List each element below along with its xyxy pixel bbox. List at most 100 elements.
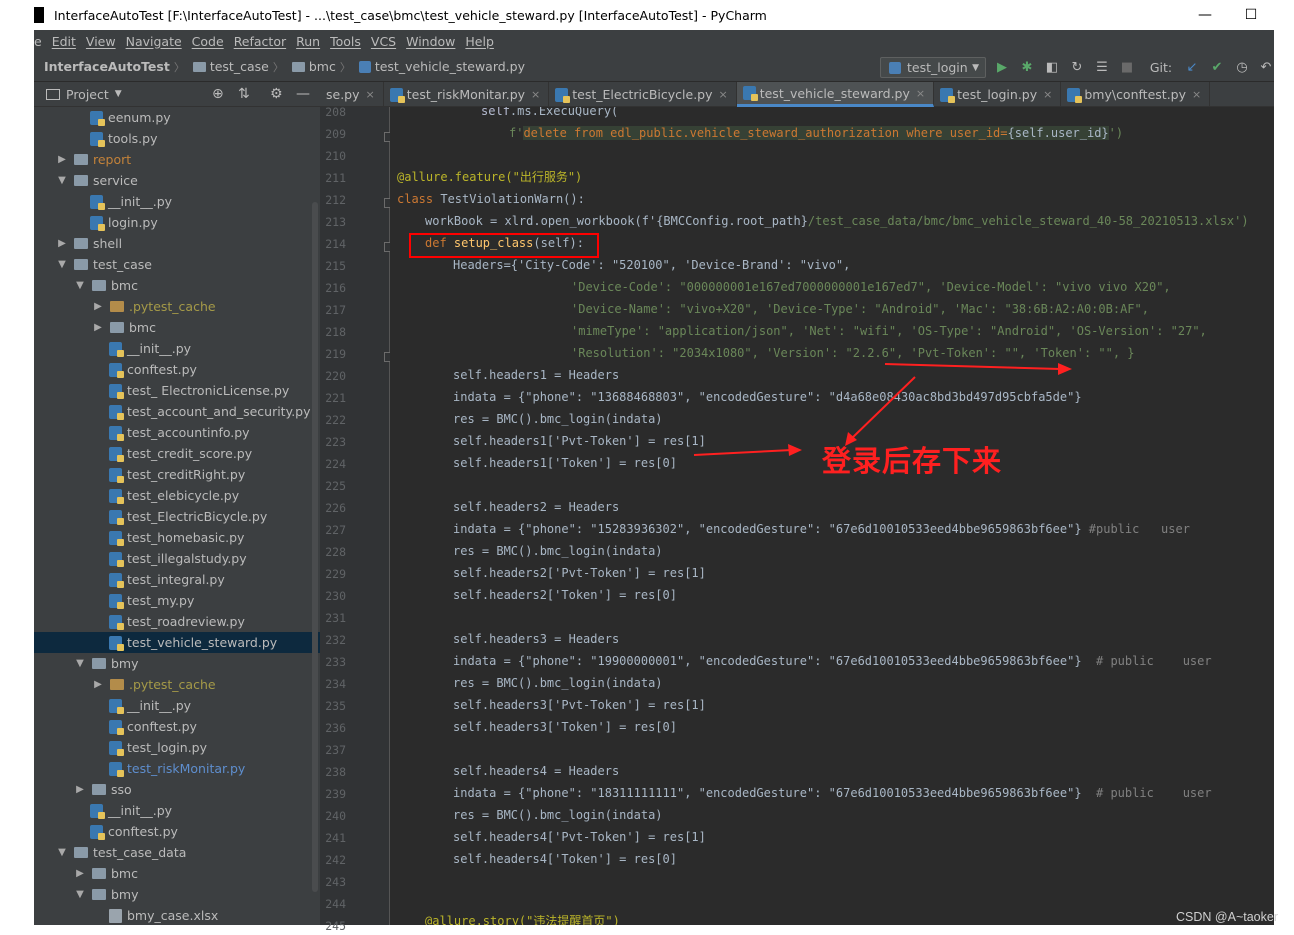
editor-tab[interactable]: test_login.py ×	[934, 82, 1062, 107]
collapse-all-icon[interactable]: ⇅	[238, 86, 250, 102]
build-icon[interactable]: ☰	[1094, 59, 1110, 75]
menu-window[interactable]: Window	[401, 34, 460, 49]
project-tree-item[interactable]: ▼ service	[34, 170, 320, 191]
editor-tab[interactable]: test_riskMonitar.py ×	[384, 82, 550, 107]
profile-icon[interactable]: ↻	[1069, 59, 1085, 75]
close-icon[interactable]: ×	[916, 87, 925, 100]
project-tree-item[interactable]: __init__.py	[34, 191, 320, 212]
menu-help[interactable]: Help	[460, 34, 499, 49]
project-tree-item[interactable]: tools.py	[34, 128, 320, 149]
close-icon[interactable]: ×	[366, 88, 375, 101]
project-tree-item[interactable]: ▶ .pytest_cache	[34, 296, 320, 317]
close-icon[interactable]: ×	[531, 88, 540, 101]
gear-icon[interactable]: ⚙	[270, 86, 283, 102]
project-tree-item[interactable]: ▶ sso	[34, 779, 320, 800]
project-tree-item[interactable]: test_accountinfo.py	[34, 422, 320, 443]
collapse-arrow-icon[interactable]: ▶	[92, 301, 104, 312]
close-icon[interactable]: ×	[1192, 88, 1201, 101]
expand-arrow-icon[interactable]: ▼	[56, 259, 68, 270]
stop-icon[interactable]: ■	[1119, 59, 1135, 75]
run-configuration-select[interactable]: test_login ▼	[880, 57, 986, 78]
project-tree-item[interactable]: test_roadreview.py	[34, 611, 320, 632]
menu-view[interactable]: View	[81, 34, 121, 49]
menu-code[interactable]: Code	[187, 34, 229, 49]
project-tree-item[interactable]: eenum.py	[34, 107, 320, 128]
git-update-icon[interactable]: ↙	[1184, 59, 1200, 75]
project-tree-item[interactable]: ▼ bmc	[34, 275, 320, 296]
debug-icon[interactable]: ✱	[1019, 59, 1035, 75]
locate-file-icon[interactable]: ⊕	[212, 86, 224, 102]
project-tree-item[interactable]: ▶ bmc	[34, 863, 320, 884]
project-tree-item[interactable]: test_ElectricBicycle.py	[34, 506, 320, 527]
menu-tools[interactable]: Tools	[325, 34, 366, 49]
menu-vcs[interactable]: VCS	[366, 34, 401, 49]
close-icon[interactable]: ×	[1043, 88, 1052, 101]
menu-navigate[interactable]: Navigate	[121, 34, 187, 49]
maximize-button[interactable]: ☐	[1228, 0, 1274, 30]
project-tree-item[interactable]: test_illegalstudy.py	[34, 548, 320, 569]
project-tree-item[interactable]: __init__.py	[34, 338, 320, 359]
chevron-down-icon[interactable]: ▼	[115, 89, 122, 99]
code-editor[interactable]: selfself.ms.ExecuQuery( f'delete from ed…	[390, 107, 1274, 925]
git-rollback-icon[interactable]: ↶	[1258, 59, 1274, 75]
git-history-icon[interactable]: ◷	[1234, 59, 1250, 75]
run-icon[interactable]: ▶	[994, 59, 1010, 75]
project-tree-item[interactable]: ▼ bmy	[34, 884, 320, 905]
project-tree-item[interactable]: test_riskMonitar.py	[34, 758, 320, 779]
project-tree-item[interactable]: test_credit_score.py	[34, 443, 320, 464]
project-tree-item[interactable]: ▶ .pytest_cache	[34, 674, 320, 695]
project-tree-item[interactable]: ▶ bmc	[34, 317, 320, 338]
menu-file[interactable]: e	[34, 34, 47, 49]
project-tree-item[interactable]: test_account_and_security.py	[34, 401, 320, 422]
menu-run[interactable]: Run	[291, 34, 325, 49]
project-tree-item[interactable]: __init__.py	[34, 800, 320, 821]
project-tree-item[interactable]: ▶ shell	[34, 233, 320, 254]
collapse-arrow-icon[interactable]: ▶	[92, 322, 104, 333]
project-tree-item[interactable]: test_my.py	[34, 590, 320, 611]
close-icon[interactable]: ×	[719, 88, 728, 101]
project-tree-item[interactable]: ▼ test_case_data	[34, 842, 320, 863]
collapse-arrow-icon[interactable]: ▶	[74, 868, 86, 879]
project-tree-item[interactable]: ▼ bmy	[34, 653, 320, 674]
project-tree-item[interactable]: test_integral.py	[34, 569, 320, 590]
breadcrumb-project[interactable]: InterfaceAutoTest	[44, 59, 170, 74]
expand-arrow-icon[interactable]: ▼	[74, 658, 86, 669]
project-tree-item[interactable]: test_homebasic.py	[34, 527, 320, 548]
expand-arrow-icon[interactable]: ▼	[56, 175, 68, 186]
breadcrumb-file[interactable]: test_vehicle_steward.py	[358, 59, 525, 74]
expand-arrow-icon[interactable]: ▼	[56, 847, 68, 858]
project-tree-item[interactable]: test_creditRight.py	[34, 464, 320, 485]
project-tree-item[interactable]: ▼ test_case	[34, 254, 320, 275]
project-tree-item[interactable]: test_login.py	[34, 737, 320, 758]
project-tree-item[interactable]: conftest.py	[34, 716, 320, 737]
expand-arrow-icon[interactable]: ▼	[74, 889, 86, 900]
collapse-arrow-icon[interactable]: ▶	[56, 238, 68, 249]
menu-edit[interactable]: Edit	[47, 34, 81, 49]
breadcrumb-bmc[interactable]: bmc	[291, 59, 336, 74]
project-tree-item[interactable]: bmy_case.xlsx	[34, 905, 320, 925]
git-commit-icon[interactable]: ✔	[1209, 59, 1225, 75]
project-tree-item[interactable]: conftest.py	[34, 821, 320, 842]
project-tree-item[interactable]: test_ ElectronicLicense.py	[34, 380, 320, 401]
minimize-button[interactable]: —	[1182, 0, 1228, 30]
breadcrumb-test-case[interactable]: test_case	[192, 59, 269, 74]
project-tree-item[interactable]: test_elebicycle.py	[34, 485, 320, 506]
project-tree-item[interactable]: ▶ report	[34, 149, 320, 170]
menu-refactor[interactable]: Refactor	[229, 34, 291, 49]
editor-tab[interactable]: se.py ×	[320, 82, 384, 107]
project-tree-item[interactable]: test_vehicle_steward.py	[34, 632, 320, 653]
project-view-selector[interactable]: Project	[66, 87, 109, 102]
hide-panel-icon[interactable]: —	[296, 86, 310, 102]
project-tree-item[interactable]: conftest.py	[34, 359, 320, 380]
project-tree-item[interactable]: __init__.py	[34, 695, 320, 716]
editor-tab[interactable]: test_ElectricBicycle.py ×	[549, 82, 737, 107]
editor-tab[interactable]: bmy\conftest.py ×	[1061, 82, 1211, 107]
collapse-arrow-icon[interactable]: ▶	[74, 784, 86, 795]
project-tree-item[interactable]: login.py	[34, 212, 320, 233]
coverage-icon[interactable]: ◧	[1044, 59, 1060, 75]
project-scrollbar[interactable]	[312, 202, 318, 892]
editor-tab[interactable]: test_vehicle_steward.py ×	[736, 82, 935, 107]
collapse-arrow-icon[interactable]: ▶	[56, 154, 68, 165]
collapse-arrow-icon[interactable]: ▶	[92, 679, 104, 690]
expand-arrow-icon[interactable]: ▼	[74, 280, 86, 291]
